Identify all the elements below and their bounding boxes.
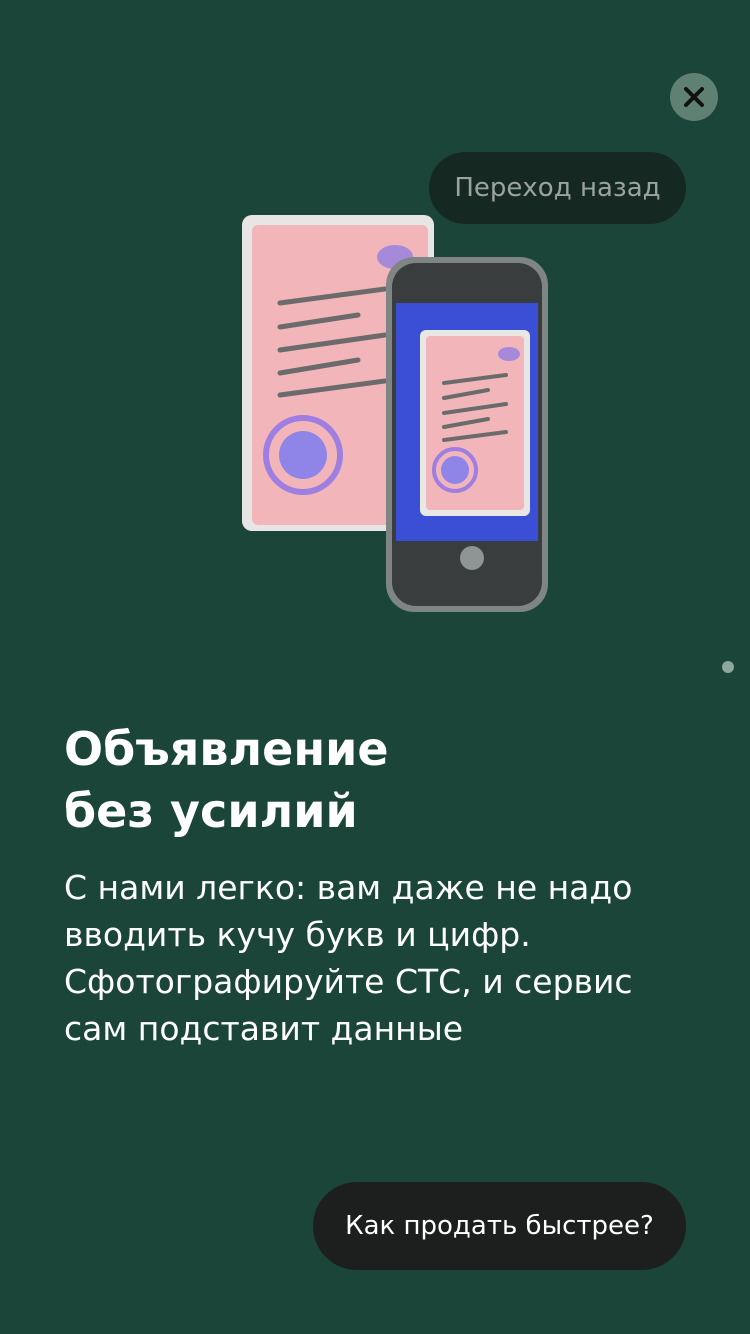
description-text: С нами легко: вам даже не надо вводить к… (64, 864, 704, 1052)
close-button[interactable] (670, 73, 718, 121)
sell-faster-button[interactable]: Как продать быстрее? (313, 1182, 686, 1270)
title-line: без усилий (64, 784, 358, 838)
page-title: Объявление без усилий (64, 718, 624, 842)
phone-icon (386, 257, 548, 612)
description-line: Сфотографируйте СТС, и сервис (64, 962, 633, 1001)
pager-dot (722, 661, 734, 673)
description-line: сам подставит данные (64, 1009, 464, 1048)
description-line: С нами легко: вам даже не надо (64, 868, 633, 907)
close-icon (684, 87, 704, 107)
back-button-label: Переход назад (454, 173, 661, 203)
title-line: Объявление (64, 722, 389, 776)
document-phone-scan-illustration (242, 215, 548, 612)
description-line: вводить кучу букв и цифр. (64, 915, 531, 954)
sell-faster-button-label: Как продать быстрее? (345, 1211, 654, 1241)
